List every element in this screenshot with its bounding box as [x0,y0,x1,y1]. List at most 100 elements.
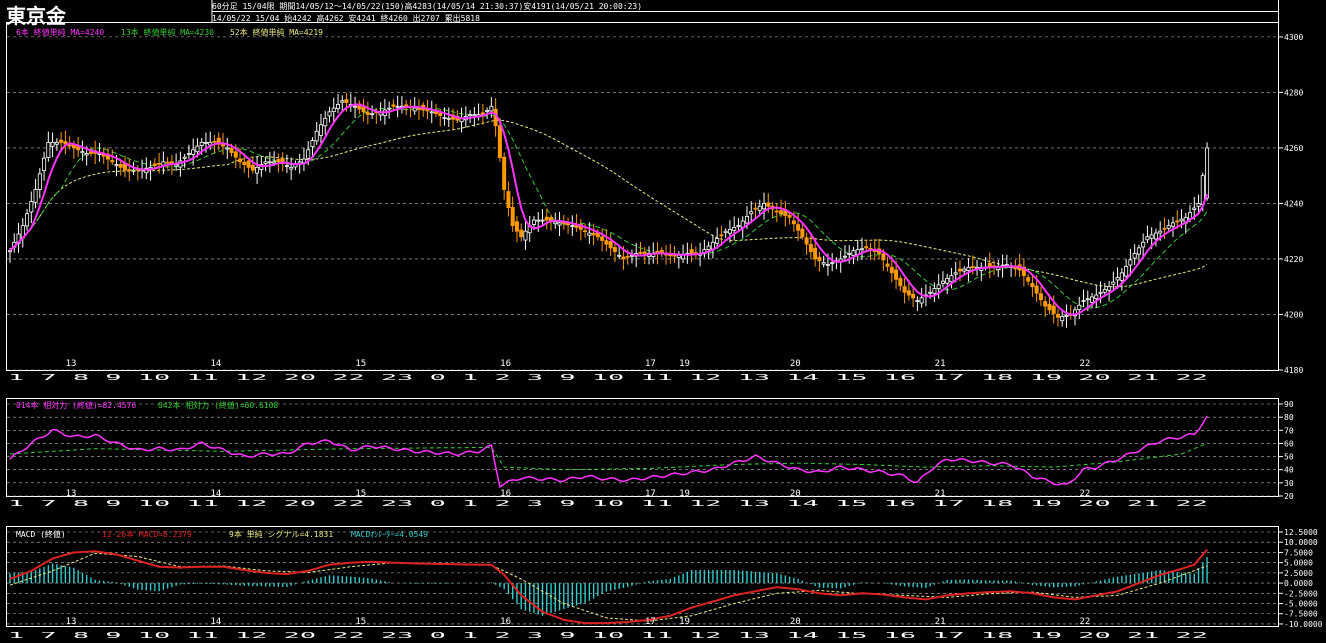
y-tick-label: 40 [1284,466,1294,475]
y-tick-label: 80 [1284,413,1294,422]
ma6-series [9,103,1209,316]
candle-body [779,210,784,215]
candle-body [238,158,243,163]
price-grid [7,36,1278,371]
candle-body [297,161,302,164]
day-label: 16 [500,617,511,627]
candle-body [272,161,277,164]
candle-body [50,141,55,147]
candle-body [370,113,375,116]
candle-body [25,213,30,227]
candle-body [625,255,630,258]
candle-body [519,229,524,238]
signal-series [9,552,1208,622]
day-label: 20 [790,489,801,499]
candle-body [889,266,894,274]
legend-macd-osc: MACDｵｼﾚｰﾀｰ=4.0549 [351,530,428,539]
candle-body [1098,291,1103,294]
candle-body [723,230,728,234]
candle-body [80,151,85,154]
candle-body [152,163,157,166]
candle-body [749,211,754,215]
day-label: 19 [679,489,690,499]
candle-body [438,112,443,116]
candle-body [289,166,294,170]
candle-body [250,164,255,171]
y-tick-label: -10.0000 [1284,620,1323,629]
candle-body [157,162,162,165]
candle-body [212,140,217,143]
candle-body [1026,277,1031,282]
candle-body [1166,225,1171,229]
candle-body [608,241,613,249]
candle-body [1170,222,1175,227]
candle-body [54,141,59,145]
candle-body [821,262,826,265]
candle-body [1111,281,1116,285]
candle-body [182,156,187,159]
candle-body [957,268,962,272]
y-tick-label: 70 [1284,426,1294,435]
day-label: 19 [679,617,690,627]
candle-body [1077,304,1082,310]
candle-body [318,124,323,136]
candle-body [1090,296,1095,303]
candle-body [719,234,724,237]
candle-body [514,221,519,232]
day-label: 19 [679,359,690,369]
macd-panel-frame [6,526,1279,627]
candle-body [1132,253,1137,259]
y-tick-label: 4280 [1284,88,1303,97]
candle-body [306,149,311,159]
candle-body [744,215,749,224]
candle-body [361,106,366,113]
candle-body [642,251,647,254]
price-y-axis: 4180 4200 4220 4240 4260 4280 4300 [1278,33,1303,375]
candle-body [276,159,281,163]
chart-canvas: 4180420042204240426042804300 13 14 15 16 17 1… [6,0,1323,640]
candle-body [715,238,720,244]
day-label: 13 [66,617,77,627]
candle-body [88,151,93,154]
candle-body [1094,294,1099,300]
macd-oscillator-histogram [9,556,1208,616]
candle-body [1060,315,1065,322]
candle-body [970,266,975,268]
candle-body [203,141,208,144]
y-tick-label: 7.5000 [1284,548,1313,557]
candle-body [84,153,89,156]
candle-body [1128,259,1133,266]
candle-body [945,277,950,284]
day-label: 15 [355,359,366,369]
candle-body [1145,236,1150,241]
rsi-time-axis-ticks: 1 7 8 9 10 11 12 20 22 23 0 1 2 3 9 10 1… [8,499,1209,508]
candle-body [186,153,191,155]
candle-body [791,220,796,225]
time-axis-ticks: 1 7 8 9 10 11 12 20 22 23 0 1 2 3 9 10 1… [8,373,1209,382]
day-label: 22 [1080,617,1091,627]
candle-body [468,114,473,117]
candle-body [1030,282,1035,288]
candle-body [510,206,515,227]
candle-body [412,107,417,112]
candle-body [1141,241,1146,248]
rsi-grid [7,403,1278,497]
candle-body [638,251,643,254]
day-label: 14 [210,617,221,627]
candle-body [932,288,937,294]
candle-body [860,248,865,251]
candle-body [199,141,204,146]
candle-body [267,161,272,164]
candle-body [600,236,605,241]
day-label: 22 [1080,359,1091,369]
rsi-y-axis: 20 30 40 50 60 70 80 90 [1278,400,1294,501]
candle-body [472,114,477,117]
candle-body [314,130,319,142]
macd-y-axis: -10.0000-7.5000-5.0000 -2.50000.00002.500… [1278,528,1323,629]
candle-body [1196,203,1201,207]
candle-body [1175,220,1180,223]
candle-body [502,156,507,190]
candle-body [774,210,779,213]
candle-body [242,161,247,165]
ma6-line [9,103,1209,316]
